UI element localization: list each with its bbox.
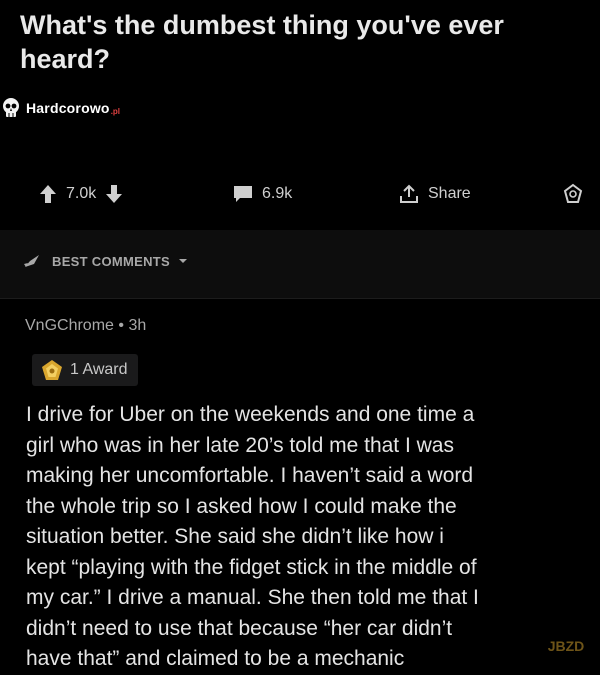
jbzd-logo-text: JBZD <box>547 638 585 654</box>
sort-dropdown[interactable]: BEST COMMENTS <box>22 252 188 270</box>
comment-count: 6.9k <box>262 185 293 202</box>
comment-line: kept “playing with the fidget stick in t… <box>26 555 477 579</box>
comment-body: I drive for Uber on the weekends and one… <box>26 400 582 675</box>
comment-line: making her uncomfortable. I haven’t said… <box>26 464 474 487</box>
post-title: What's the dumbest thing you've ever hea… <box>20 10 504 74</box>
vote-group: 7.0k <box>38 176 124 212</box>
watermark-suffix: .pl <box>110 106 121 116</box>
share-button[interactable]: Share <box>398 176 471 212</box>
skull-icon <box>3 98 19 117</box>
share-label: Share <box>428 185 471 202</box>
award-badge[interactable]: 1 Award <box>32 354 138 386</box>
divider <box>0 298 600 299</box>
award-icon <box>563 183 583 203</box>
comment-line: have that” and claimed to be a mechanic <box>26 647 405 670</box>
award-button[interactable] <box>562 176 584 212</box>
downvote-icon[interactable] <box>104 183 124 205</box>
jbzd-logo: JBZD <box>540 630 592 662</box>
comment-icon <box>234 186 252 202</box>
meta-separator: • <box>118 317 124 334</box>
chevron-down-icon <box>179 259 188 263</box>
comment-line: didn’t need to use that because “her car… <box>26 616 453 640</box>
award-label: 1 Award <box>70 361 128 378</box>
rocket-icon <box>24 255 39 267</box>
comment-line: situation better. She said she didn’t li… <box>26 525 444 548</box>
comment-meta: VnGChrome • 3h <box>25 317 146 335</box>
watermark-text: Hardcorowo <box>26 100 110 116</box>
comment-line: girl who was in her late 20’s told me th… <box>26 433 454 457</box>
upvote-icon[interactable] <box>38 183 58 205</box>
comment-line: I drive for Uber on the weekends and one… <box>26 403 475 426</box>
watermark: Hardcorowo .pl <box>0 97 120 119</box>
comment-line: the whole trip so I asked how I could ma… <box>26 494 457 518</box>
post-header: What's the dumbest thing you've ever hea… <box>0 0 600 230</box>
post-action-bar: 7.0k 6.9k Share <box>0 176 600 212</box>
comments-button[interactable]: 6.9k <box>232 176 292 212</box>
sort-label: BEST COMMENTS <box>52 253 171 269</box>
vote-count: 7.0k <box>66 185 97 202</box>
share-icon <box>400 184 418 203</box>
gold-award-icon <box>42 360 62 380</box>
comment-author[interactable]: VnGChrome <box>25 317 114 334</box>
comment-age: 3h <box>128 317 147 334</box>
comment-line: my car.” I drive a manual. She then told… <box>26 586 479 609</box>
